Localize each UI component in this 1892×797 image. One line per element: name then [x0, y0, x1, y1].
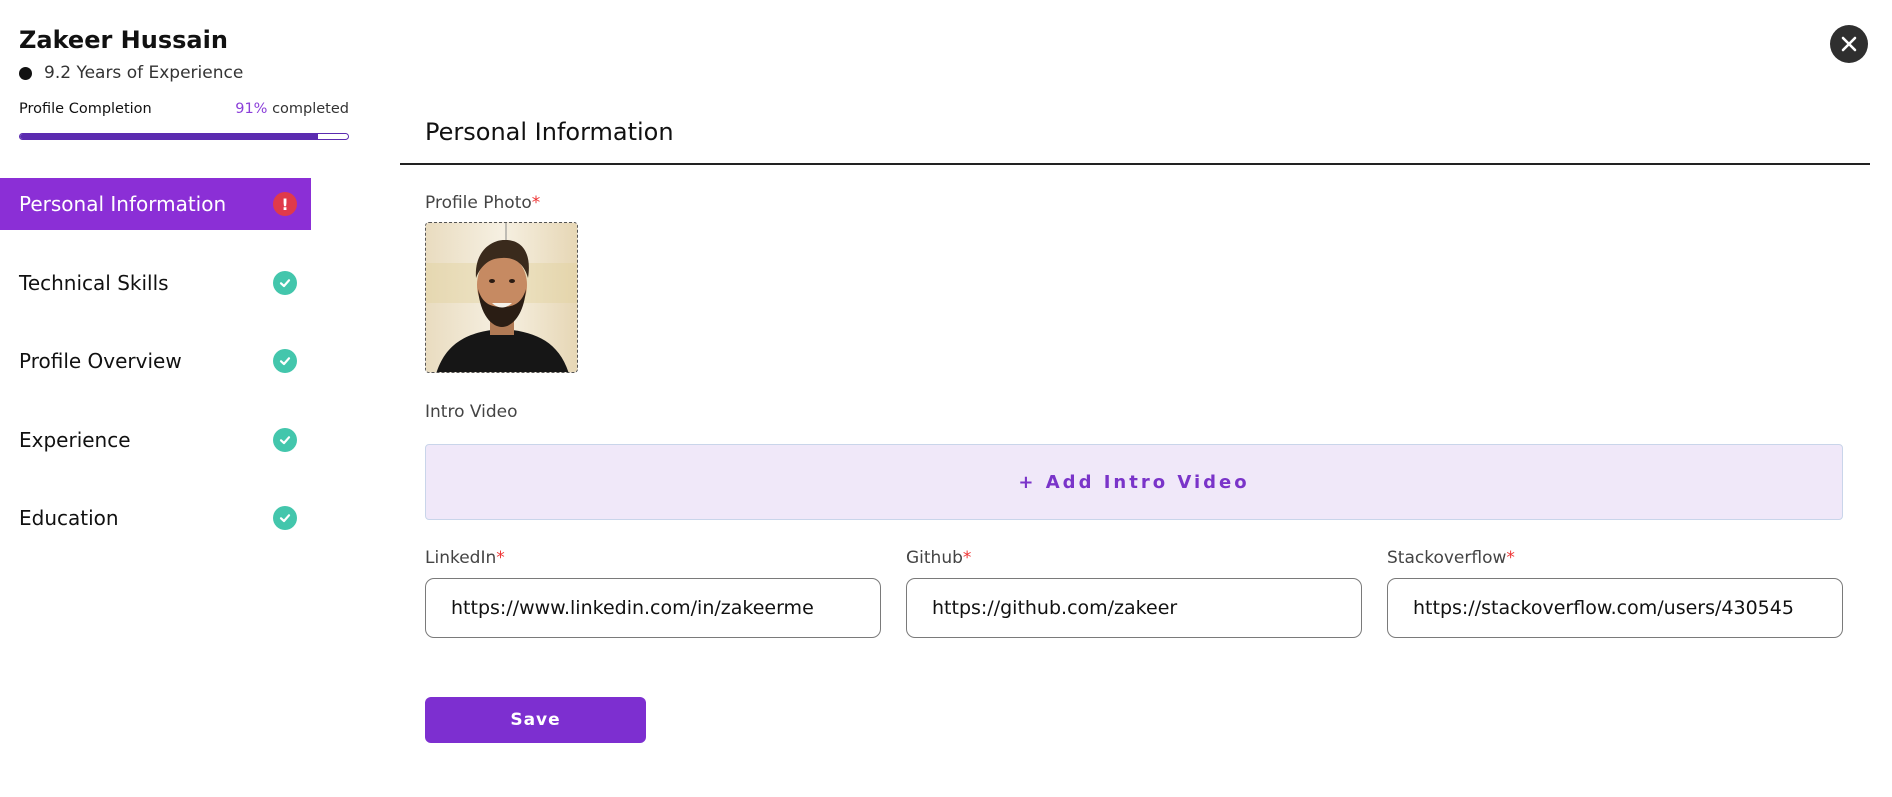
progress-fill [20, 134, 319, 139]
check-circle-icon [273, 427, 297, 452]
github-input[interactable] [906, 578, 1362, 638]
check-circle-icon [273, 270, 297, 295]
github-label: Github* [906, 548, 971, 568]
github-label-text: Github [906, 548, 963, 568]
nav-item-personal-information[interactable]: Personal Information ! [0, 178, 311, 230]
profile-completion-label: Profile Completion [19, 101, 152, 117]
experience-row: 9.2 Years of Experience [19, 63, 243, 83]
intro-video-label: Intro Video [425, 402, 518, 422]
profile-editor: Zakeer Hussain 9.2 Years of Experience P… [0, 0, 1892, 797]
required-marker: * [531, 193, 541, 213]
linkedin-label: LinkedIn* [425, 548, 505, 568]
profile-photo-label-text: Profile Photo [425, 193, 532, 213]
required-marker: * [496, 548, 505, 568]
alert-icon: ! [273, 192, 297, 216]
nav-item-label: Education [19, 506, 119, 530]
bullet-dot-icon [19, 66, 32, 80]
section-nav: Personal Information ! Technical Skills … [0, 178, 311, 571]
user-name: Zakeer Hussain [19, 26, 228, 54]
sidebar: Zakeer Hussain 9.2 Years of Experience P… [0, 0, 350, 797]
profile-completion-percent: 91% [235, 101, 268, 117]
add-intro-video-button[interactable]: + Add Intro Video [425, 444, 1843, 520]
required-marker: * [1506, 548, 1515, 568]
nav-item-label: Personal Information [19, 192, 227, 216]
stackoverflow-label: Stackoverflow* [1387, 548, 1515, 568]
linkedin-label-text: LinkedIn [425, 548, 497, 568]
profile-completion-suffix: completed [272, 101, 349, 117]
profile-photo-label: Profile Photo* [425, 193, 540, 213]
linkedin-input[interactable] [425, 578, 881, 638]
page-title: Personal Information [425, 118, 674, 146]
nav-item-label: Profile Overview [19, 349, 182, 373]
profile-photo [426, 223, 577, 372]
check-circle-icon [273, 506, 297, 530]
main-panel: Personal Information Profile Photo* Intr… [400, 0, 1870, 797]
experience-text: 9.2 Years of Experience [44, 63, 244, 83]
title-divider [400, 163, 1870, 165]
nav-item-label: Technical Skills [19, 270, 169, 295]
profile-photo-upload[interactable] [425, 222, 578, 373]
check-circle-icon [273, 349, 297, 373]
nav-item-technical-skills[interactable]: Technical Skills [0, 257, 311, 309]
nav-item-experience[interactable]: Experience [0, 414, 311, 466]
nav-item-profile-overview[interactable]: Profile Overview [0, 335, 311, 387]
required-marker: * [962, 548, 972, 568]
stackoverflow-input[interactable] [1387, 578, 1843, 638]
profile-completion-row: Profile Completion 91% completed [19, 101, 349, 117]
nav-item-label: Experience [19, 427, 131, 452]
profile-completion-progress [19, 133, 349, 140]
stackoverflow-label-text: Stackoverflow [1387, 548, 1507, 568]
nav-item-education[interactable]: Education [0, 492, 311, 544]
save-button[interactable]: Save [425, 697, 646, 743]
profile-completion-value: 91% completed [235, 101, 349, 117]
